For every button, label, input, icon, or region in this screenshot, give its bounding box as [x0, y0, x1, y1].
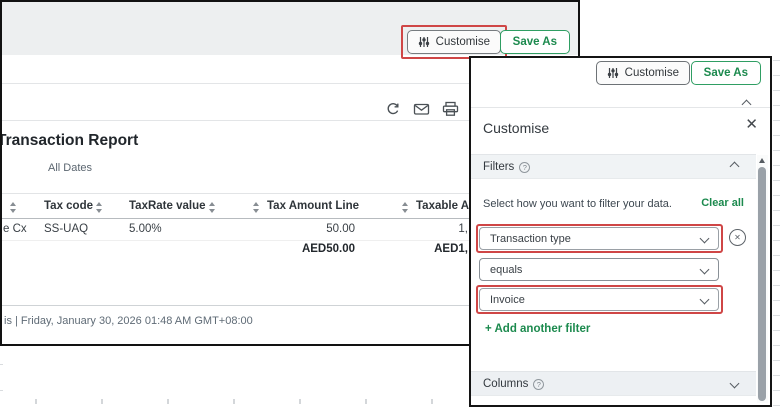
- mail-icon[interactable]: [413, 101, 430, 117]
- refresh-icon[interactable]: [385, 101, 401, 117]
- filter-field-dropdown[interactable]: Transaction type: [479, 227, 719, 250]
- filter-operator-dropdown[interactable]: equals: [479, 258, 719, 281]
- report-generated-timestamp: is | Friday, January 30, 2026 01:48 AM G…: [4, 315, 253, 327]
- column-header-tax-code[interactable]: Tax code: [44, 200, 93, 212]
- help-icon[interactable]: ?: [533, 379, 544, 390]
- panel-scrollbar[interactable]: [757, 155, 768, 403]
- filter-operator-value: equals: [490, 264, 522, 276]
- report-title: Transaction Report: [0, 132, 138, 150]
- column-header-taxrate-value[interactable]: TaxRate value: [129, 200, 206, 212]
- filters-description: Select how you want to filter your data.: [483, 198, 672, 210]
- filter-value-dropdown[interactable]: Invoice: [479, 288, 719, 311]
- background-grid-bottom: [35, 399, 465, 404]
- panel-title: Customise: [483, 120, 549, 136]
- scrollbar-thumb[interactable]: [758, 167, 766, 401]
- add-another-filter-link[interactable]: + Add another filter: [485, 323, 590, 335]
- chevron-down-icon: [700, 234, 710, 244]
- column-header-tax-amount-line[interactable]: Tax Amount Line: [267, 200, 359, 212]
- screenshot-root: Customise Save As: [0, 0, 780, 407]
- chevron-down-icon: [700, 295, 710, 305]
- filter-value: Invoice: [490, 294, 525, 306]
- close-icon[interactable]: ✕: [745, 117, 758, 132]
- report-date-range: All Dates: [48, 162, 92, 174]
- scrollbar-up-arrow-icon[interactable]: [759, 158, 765, 163]
- sort-icon[interactable]: [253, 202, 260, 213]
- customise-panel: Customise Save As Customise ✕ Filters ? …: [469, 56, 772, 407]
- panel-customise-button-label: Customise: [625, 67, 679, 79]
- filters-section-label: Filters: [483, 161, 514, 173]
- chevron-down-icon[interactable]: [730, 379, 740, 389]
- remove-filter-icon[interactable]: ✕: [729, 229, 746, 246]
- report-toolbar: Customise Save As: [2, 2, 578, 55]
- sliders-icon: [607, 67, 619, 79]
- cell-taxable-amount: 1,: [402, 223, 468, 235]
- sort-icon[interactable]: [10, 202, 17, 213]
- filter-field-value: Transaction type: [490, 233, 571, 245]
- cell-tax-amount-line: 50.00: [267, 223, 355, 235]
- clear-all-link[interactable]: Clear all: [701, 197, 744, 209]
- collapse-panel-chevron-icon[interactable]: [740, 95, 754, 107]
- sort-icon[interactable]: [96, 202, 103, 213]
- customise-button[interactable]: Customise: [407, 30, 501, 54]
- divider: [471, 107, 770, 108]
- total-taxable-amount: AED1,: [402, 243, 468, 255]
- chevron-down-icon: [700, 265, 710, 275]
- panel-customise-button[interactable]: Customise: [596, 61, 690, 85]
- chevron-up-icon[interactable]: [730, 162, 740, 172]
- filters-section-header[interactable]: Filters ?: [471, 154, 756, 179]
- cell-taxrate-value: 5.00%: [129, 223, 162, 235]
- panel-save-as-button[interactable]: Save As: [691, 61, 761, 85]
- sort-icon[interactable]: [209, 202, 216, 213]
- columns-section-header[interactable]: Columns ?: [471, 371, 756, 396]
- background-grid-right: [773, 60, 780, 407]
- help-icon[interactable]: ?: [519, 162, 530, 173]
- sliders-icon: [418, 36, 430, 48]
- customise-button-label: Customise: [436, 36, 490, 48]
- sort-icon[interactable]: [402, 202, 409, 213]
- annotation-box-customise-button: Customise: [401, 25, 507, 59]
- save-as-button[interactable]: Save As: [500, 30, 570, 54]
- total-tax-amount-line: AED50.00: [267, 243, 355, 255]
- column-header-taxable-amount[interactable]: Taxable A: [416, 200, 469, 212]
- cell-tax-code: SS-UAQ: [44, 223, 88, 235]
- printer-icon[interactable]: [442, 101, 459, 117]
- cell-transaction-type: e Cx: [3, 223, 27, 235]
- columns-section-label: Columns: [483, 378, 528, 390]
